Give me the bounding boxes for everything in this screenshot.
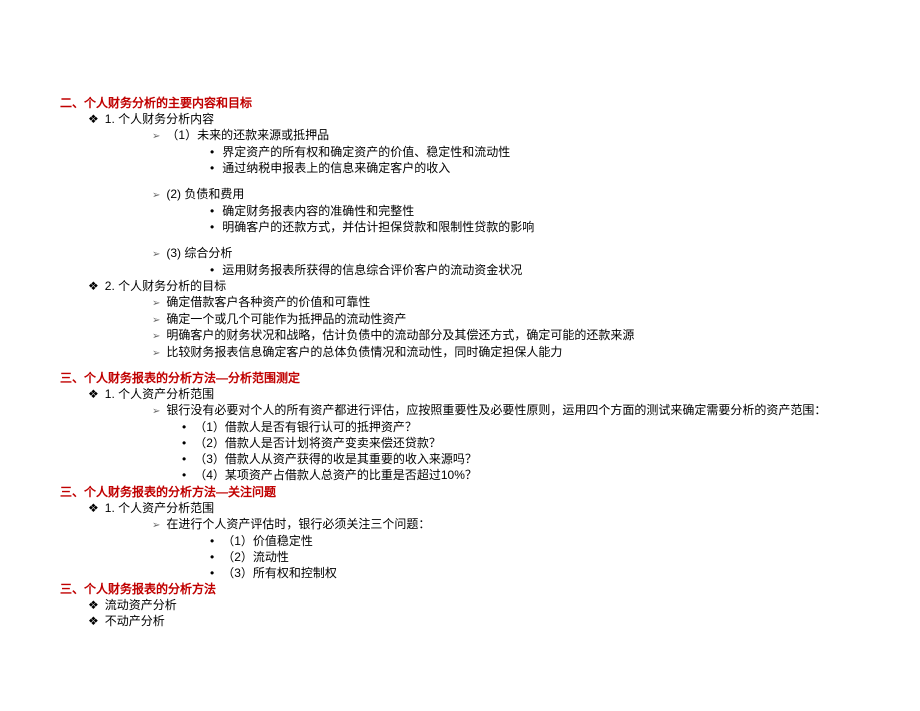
list-item: 2. 个人财务分析的目标 (88, 278, 880, 294)
section-heading-1: 二、个人财务分析的主要内容和目标 (60, 95, 880, 111)
list-item: 1. 个人资产分析范围 (88, 386, 880, 402)
list-item: (2) 负债和费用 (152, 186, 880, 203)
list-item: （2）流动性 (210, 549, 880, 565)
section-heading-3: 三、个人财务报表的分析方法—关注问题 (60, 484, 880, 500)
list-item: 通过纳税申报表上的信息来确定客户的收入 (210, 160, 880, 176)
list-item: （1）借款人是否有银行认可的抵押资产？ (182, 419, 880, 435)
list-item: （1）未来的还款来源或抵押品 (152, 127, 880, 144)
list-item: 流动资产分析 (88, 597, 880, 613)
list-item: 银行没有必要对个人的所有资产都进行评估，应按照重要性及必要性原则，运用四个方面的… (152, 402, 880, 419)
section-heading-2: 三、个人财务报表的分析方法—分析范围测定 (60, 370, 880, 386)
list-item: (3) 综合分析 (152, 245, 880, 262)
list-item: 确定财务报表内容的准确性和完整性 (210, 203, 880, 219)
list-item: 确定一个或几个可能作为抵押品的流动性资产 (152, 311, 880, 328)
list-item: （4）某项资产占借款人总资产的比重是否超过10%？ (182, 467, 880, 483)
list-item: （3）借款人从资产获得的收是其重要的收入来源吗？ (182, 451, 880, 467)
list-item: 1. 个人资产分析范围 (88, 500, 880, 516)
section-heading-4: 三、个人财务报表的分析方法 (60, 581, 880, 597)
list-item: （1）价值稳定性 (210, 533, 880, 549)
list-item: 运用财务报表所获得的信息综合评价客户的流动资金状况 (210, 262, 880, 278)
list-item: 在进行个人资产评估时，银行必须关注三个问题： (152, 516, 880, 533)
list-item: 确定借款客户各种资产的价值和可靠性 (152, 294, 880, 311)
list-item: 比较财务报表信息确定客户的总体负债情况和流动性，同时确定担保人能力 (152, 344, 880, 361)
list-item: 1. 个人财务分析内容 (88, 111, 880, 127)
list-item: 明确客户的还款方式，并估计担保贷款和限制性贷款的影响 (210, 219, 880, 235)
list-item: （2）借款人是否计划将资产变卖来偿还贷款？ (182, 435, 880, 451)
list-item: 不动产分析 (88, 613, 880, 629)
list-item: （3）所有权和控制权 (210, 565, 880, 581)
list-item: 界定资产的所有权和确定资产的价值、稳定性和流动性 (210, 144, 880, 160)
list-item: 明确客户的财务状况和战略，估计负债中的流动部分及其偿还方式，确定可能的还款来源 (152, 327, 880, 344)
